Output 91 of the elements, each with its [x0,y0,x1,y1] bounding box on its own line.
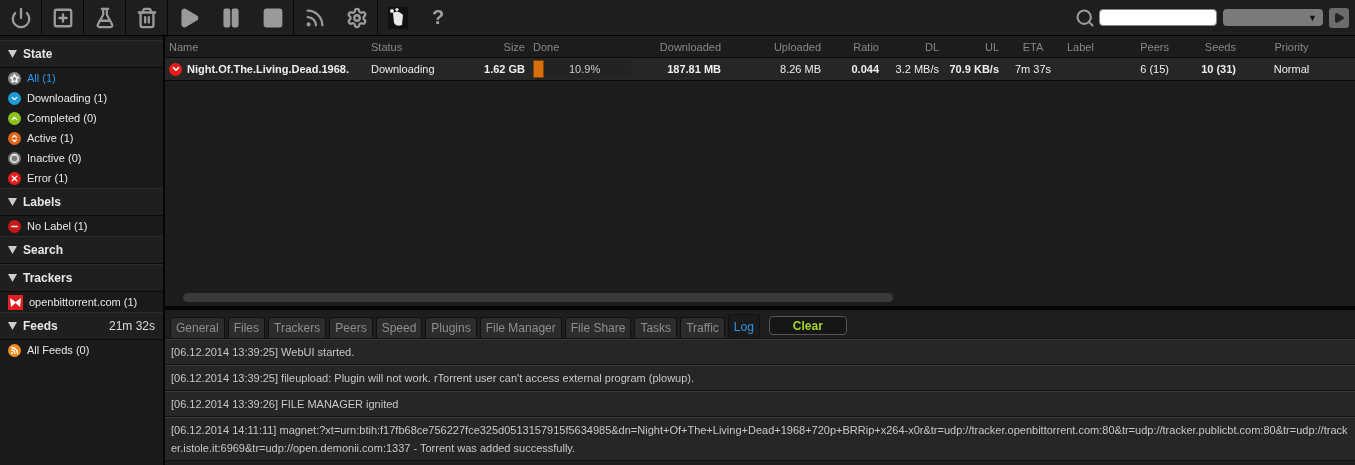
table-cell-text: 3.2 MB/s [894,63,940,75]
section-title: State [23,47,54,61]
column-header[interactable]: Seeds [1173,40,1240,53]
progress-text: 10.9% [569,63,601,75]
tab[interactable]: File Share [564,317,632,338]
tab[interactable]: Speed [375,317,423,338]
table-cell-text: 187.81 MB [666,63,722,75]
sidebar-section-header[interactable]: Feeds 21m 32s [0,312,163,340]
downloading-status-icon [169,62,182,76]
log-entry: [06.12.2014 13:39:25] WebUI started. [165,339,1355,365]
column-header[interactable]: Downloaded [635,40,725,53]
sidebar-item[interactable]: Error (1) [0,168,163,188]
table-cell-text: 1.62 GB [483,63,526,75]
table-cell-text: 7m 37s [1013,63,1053,75]
tab[interactable]: Files [227,317,266,338]
settings-icon [345,6,368,29]
column-header[interactable]: Uploaded [725,40,825,53]
sidebar-item[interactable]: Completed (0) [0,108,163,128]
collapse-triangle-icon [8,50,17,58]
rss-status-icon [8,343,21,357]
tab[interactable]: Tasks [634,317,678,338]
table-cell-text: 6 (15) [1139,63,1170,75]
table-cell-text: 0.044 [850,63,880,75]
help-button[interactable]: ? [418,0,458,35]
sidebar-section-header[interactable]: Trackers [0,264,163,292]
minus-status-icon [8,219,21,233]
x-status-icon [8,171,21,185]
collapse-triangle-icon [8,246,17,254]
stop-icon [261,6,284,29]
column-header[interactable]: Label [1063,40,1125,53]
sidebar-section-header[interactable]: Labels [0,188,163,216]
collapse-triangle-icon [8,322,17,330]
play-icon [1333,11,1345,24]
star-status-icon [8,71,21,85]
dot-status-icon [8,151,21,165]
tab[interactable]: Traffic [680,317,725,338]
sidebar-item[interactable]: Inactive (0) [0,148,163,168]
sidebar-item[interactable]: Downloading (1) [0,88,163,108]
column-header[interactable]: Name [165,40,367,53]
tab[interactable]: Plugins [425,317,477,338]
feed-timer: 21m 32s [108,319,155,333]
column-header[interactable]: ETA [1003,40,1063,53]
down-status-icon [8,91,21,105]
column-header[interactable]: Peers [1125,40,1173,53]
column-header[interactable]: Priority [1240,40,1343,53]
sidebar-section-header[interactable]: Search [0,236,163,264]
collapse-triangle-icon [8,274,17,282]
clear-button[interactable]: Clear [768,316,847,335]
section-title: Feeds [23,319,59,333]
updown-status-icon [8,131,21,145]
search-icon[interactable] [1075,7,1095,28]
column-header[interactable]: Done [529,40,635,53]
tab[interactable]: General [170,317,225,338]
table-cell-text: 8.26 MB [779,63,822,75]
scrollbar[interactable] [183,293,893,302]
table-cell-text: Normal [1272,63,1311,75]
section-title: Labels [23,195,62,209]
column-header[interactable]: DL [883,40,943,53]
table-cell-text: Downloading [370,63,436,75]
power-icon [9,6,32,29]
tab[interactable]: File Manager [479,317,562,338]
tab[interactable]: Peers [329,317,373,338]
trash-icon [135,6,158,29]
sidebar-item[interactable]: All Feeds (0) [0,340,163,360]
table-cell-text: 70.9 KB/s [948,63,1000,75]
butterfly-icon [8,294,23,310]
sidebar-item[interactable]: Active (1) [0,128,163,148]
column-header[interactable]: UL [943,40,1003,53]
add-icon [51,6,74,29]
torrent-row[interactable]: Night.Of.The.Living.Dead.1968. Downloading 1.62 GB 10.9% 187.81 MB 8.26 MB 0.044 3.2 MB/s 70.9 KB/s 7m 37s 6 (15) 10 (31) Normal [165,58,1355,81]
up-status-icon [8,111,21,125]
table-cell-text: 10 (31) [1200,63,1237,75]
sidebar-item[interactable]: No Label (1) [0,216,163,236]
column-header[interactable]: Status [367,40,472,53]
sidebar-item[interactable]: All (1) [0,68,163,88]
sidebar-item[interactable]: openbittorrent.com (1) [0,292,163,312]
collapse-triangle-icon [8,198,17,206]
section-title: Search [23,243,65,257]
search-field[interactable] [1099,9,1217,26]
search-engine-select[interactable]: ▼ [1223,9,1323,26]
go-button[interactable] [1329,7,1349,28]
section-title: Trackers [23,271,74,285]
tab[interactable]: Log [727,314,760,338]
column-header[interactable]: Size [472,40,529,53]
log-entry: [06.12.2014 13:39:25] fileupload: Plugin will not work. rTorrent user can't access external program (plowup). [165,365,1355,391]
sidebar-section-header[interactable]: State [0,40,163,68]
tab[interactable]: Trackers [268,317,327,338]
log-entry: [06.12.2014 14:11:11] magnet:?xt=urn:btih:f17fb68ce756227fce325d0513157915f5634985&dn=Night+Of+The+Living+Dead+1968+720p+BRRip+x264-x0r&tr=udp://tracker.openbittorrent.com:80&tr=udp://tracker.publicbt.com:80&tr=udp://tracker.istole.it:6969&tr=udp://open.demonii.com:1337 - Torrent was added successfully. [165,417,1355,461]
torrent-name: Night.Of.The.Living.Dead.1968. [187,63,349,75]
column-header[interactable]: Ratio [825,40,883,53]
log-entry: [06.12.2014 13:39:26] FILE MANAGER ignited [165,391,1355,417]
